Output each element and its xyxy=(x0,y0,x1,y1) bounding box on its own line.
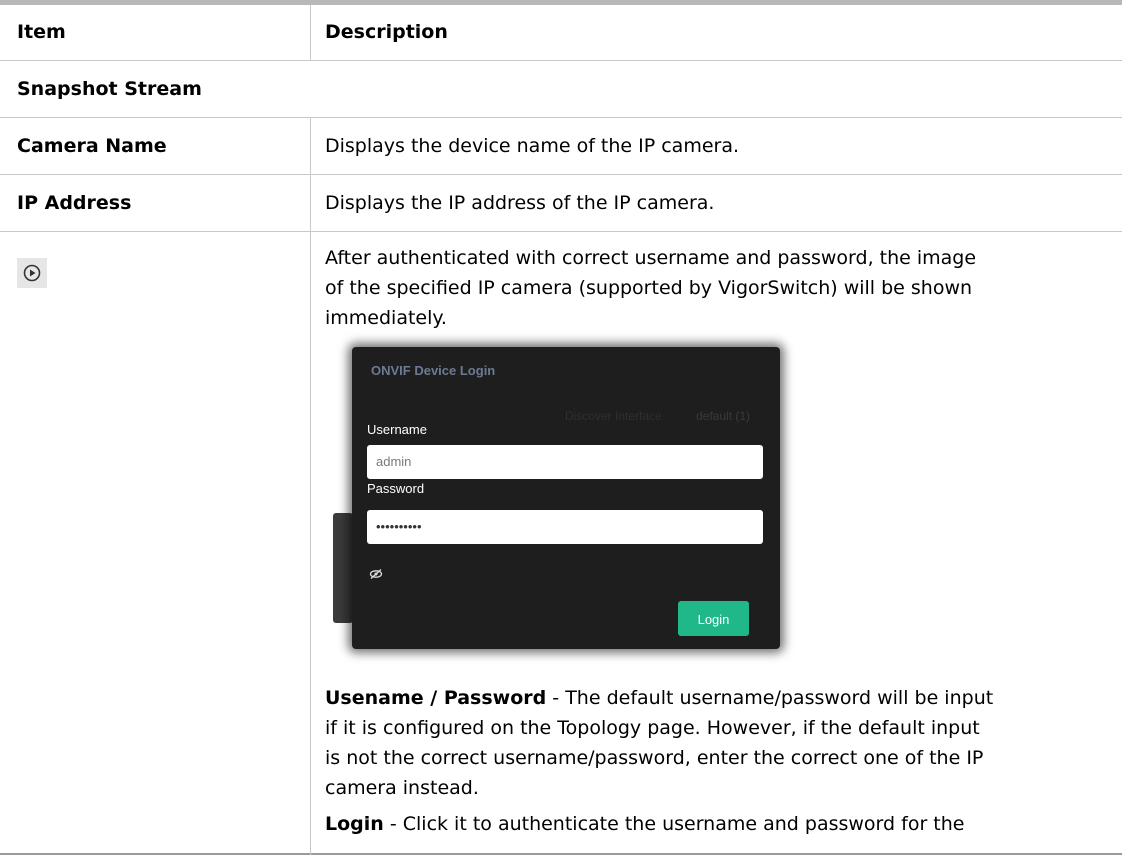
row-divider xyxy=(0,231,1122,232)
note-login: Login - Click it to authenticate the use… xyxy=(325,809,1105,839)
note-line: if it is configured on the Topology page… xyxy=(325,717,980,739)
note-term: Usename / Password xyxy=(325,687,547,709)
note-term: Login xyxy=(325,813,384,835)
section-title: Snapshot Stream xyxy=(17,78,202,100)
description-line: After authenticated with correct usernam… xyxy=(325,247,977,269)
column-divider xyxy=(310,117,311,855)
eye-slash-icon[interactable] xyxy=(369,569,383,579)
header-description: Description xyxy=(325,21,448,43)
notes: Usename / Password - The default usernam… xyxy=(325,683,1105,839)
note-text: - Click it to authenticate the username … xyxy=(383,813,965,835)
username-field[interactable]: admin xyxy=(367,445,763,479)
password-field[interactable]: •••••••••• xyxy=(367,510,763,544)
password-label: Password xyxy=(367,481,425,496)
description-line: immediately. xyxy=(325,307,447,329)
onvif-login-dialog: ONVIF Device Login Discover Interface de… xyxy=(352,347,780,649)
table-top-border xyxy=(0,0,1122,5)
column-divider xyxy=(310,5,311,60)
header-item: Item xyxy=(17,21,66,43)
note-line: camera instead. xyxy=(325,777,479,799)
play-row-description: After authenticated with correct usernam… xyxy=(325,243,1105,333)
dialog-title: ONVIF Device Login xyxy=(371,363,496,378)
row-item-ip-address: IP Address xyxy=(17,192,132,214)
background-panel xyxy=(333,513,353,623)
username-label: Username xyxy=(367,422,427,437)
section-divider xyxy=(0,117,1122,118)
background-interface-label: Discover Interface xyxy=(565,409,662,423)
header-divider xyxy=(0,60,1122,61)
login-button[interactable]: Login xyxy=(678,601,749,636)
onvif-login-screenshot: ONVIF Device Login Discover Interface de… xyxy=(333,345,788,663)
note-text: - The default username/password will be … xyxy=(546,687,994,709)
note-username-password: Usename / Password - The default usernam… xyxy=(325,683,1105,713)
row-divider xyxy=(0,174,1122,175)
background-interface-value: default (1) xyxy=(696,409,751,423)
row-description-ip-address: Displays the IP address of the IP camera… xyxy=(325,192,715,214)
play-icon-cell xyxy=(17,258,47,288)
note-line: is not the correct username/password, en… xyxy=(325,747,984,769)
row-item-camera-name: Camera Name xyxy=(17,135,167,157)
play-circle-icon xyxy=(23,264,41,282)
description-line: of the specified IP camera (supported by… xyxy=(325,277,973,299)
row-description-camera-name: Displays the device name of the IP camer… xyxy=(325,135,740,157)
